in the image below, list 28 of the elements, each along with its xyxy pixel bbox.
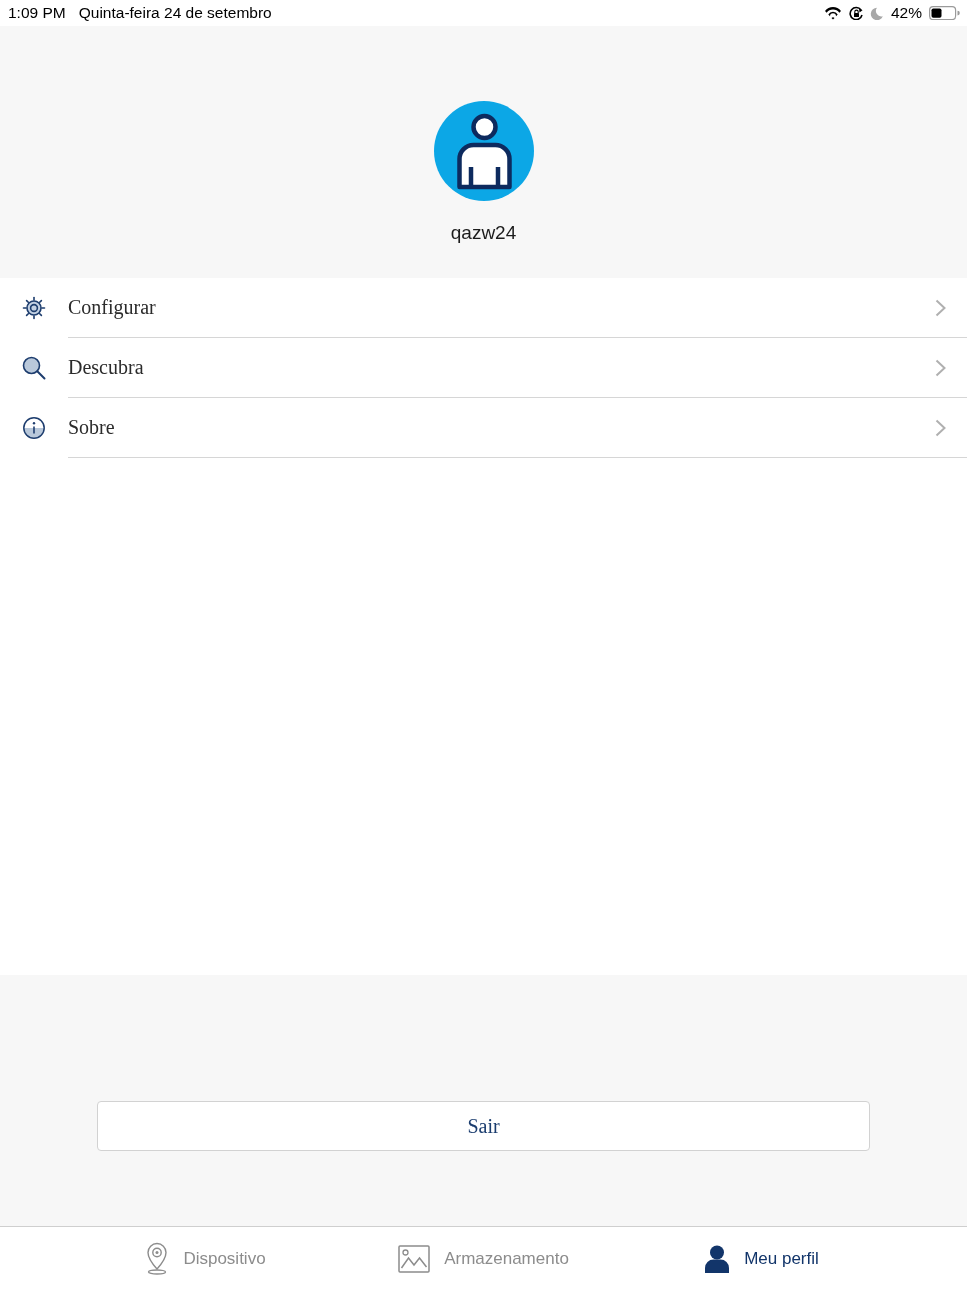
chevron-right-icon — [935, 418, 946, 437]
gear-icon — [22, 296, 46, 320]
username: qazw24 — [450, 221, 517, 245]
battery-icon — [929, 5, 960, 21]
info-icon — [22, 416, 46, 440]
menu-item[interactable]: Descubra — [0, 338, 967, 398]
menu-label: Descubra — [68, 356, 144, 379]
chevron-right-icon — [935, 358, 946, 377]
battery-percentage: 42% — [890, 4, 922, 22]
moon-icon — [869, 6, 883, 20]
tab-label: Meu perfil — [744, 1248, 819, 1269]
status-date: Quinta-feira 24 de setembro — [78, 4, 272, 22]
status-time: 1:09 PM — [8, 4, 66, 22]
menu-item[interactable]: Configurar — [0, 278, 967, 338]
logout-button[interactable]: Sair — [97, 1101, 870, 1151]
menu-label: Configurar — [68, 296, 156, 319]
menu-label: Sobre — [68, 416, 115, 439]
image-icon — [398, 1244, 431, 1273]
search-icon — [22, 356, 46, 380]
rotation-lock-icon — [848, 6, 863, 20]
tab[interactable]: Meu perfil — [704, 1244, 819, 1273]
person-icon — [704, 1244, 731, 1273]
tab-label: Armazenamento — [444, 1248, 569, 1269]
tab-label: Dispositivo — [183, 1248, 266, 1269]
chevron-right-icon — [935, 298, 946, 317]
wifi-icon — [823, 6, 842, 20]
avatar-icon — [433, 101, 534, 201]
location-pin-icon — [145, 1242, 170, 1275]
